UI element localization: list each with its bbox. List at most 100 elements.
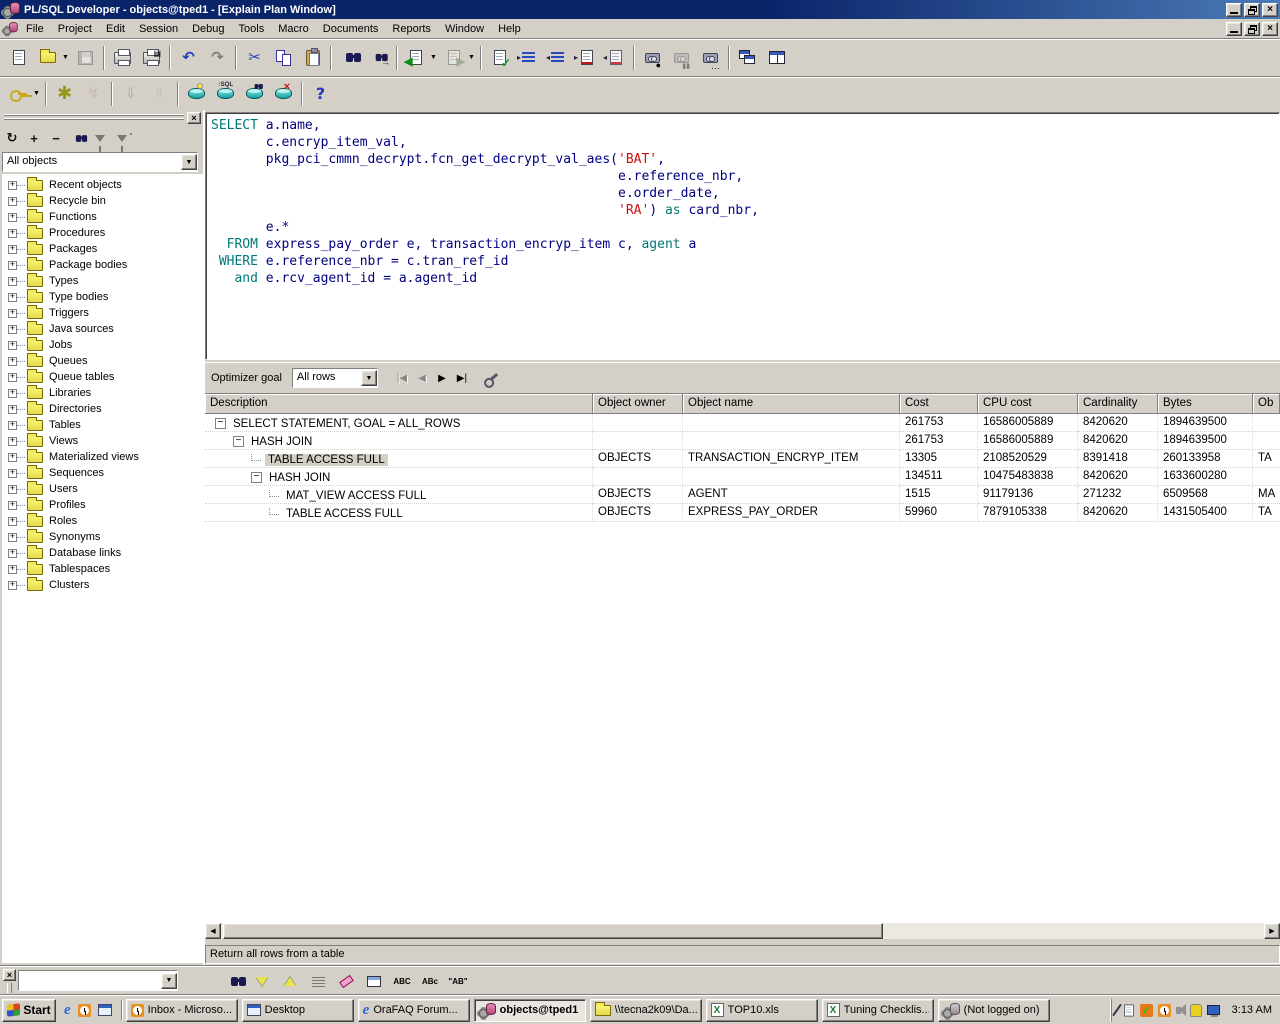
menu-project[interactable]: Project (51, 21, 99, 37)
match-case-icon[interactable]: ABc (418, 969, 442, 993)
internet-explorer-icon[interactable]: e (64, 1003, 71, 1018)
tile-windows-icon[interactable] (763, 45, 790, 71)
exact-phrase-icon[interactable]: "AB" (446, 969, 470, 993)
collapse-minus-icon[interactable]: − (215, 418, 226, 429)
plan-column-header[interactable]: Description (205, 394, 593, 414)
tree-item-queues[interactable]: + Queues (2, 353, 203, 369)
plan-column-header[interactable]: Object owner (593, 394, 683, 414)
find-object-icon[interactable] (70, 130, 86, 146)
filter-icon[interactable] (92, 130, 108, 146)
horizontal-scrollbar[interactable]: ◀ ▶ (205, 923, 1280, 939)
logon-key-icon[interactable] (5, 81, 32, 107)
next-step-icon[interactable]: ▶ (432, 368, 452, 388)
export-file-dropdown-icon[interactable]: ▼ (466, 45, 477, 71)
plan-row[interactable]: TABLE ACCESS FULL OBJECTS TRANSACTION_EN… (205, 450, 1280, 468)
mdi-restore-button[interactable] (1244, 22, 1260, 36)
object-filter-select[interactable]: All objects ▼ (2, 152, 198, 172)
find-input[interactable]: ▼ (18, 970, 178, 991)
findbar-grabber[interactable] (7, 983, 12, 993)
menu-reports[interactable]: Reports (385, 21, 438, 37)
tree-item-recycle-bin[interactable]: + Recycle bin (2, 193, 203, 209)
taskbar-button[interactable]: Tuning Checklis... (822, 999, 934, 1022)
import-file-dropdown-icon[interactable]: ▼ (428, 45, 439, 71)
collapse-node-icon[interactable]: − (48, 130, 64, 146)
write-document-icon[interactable] (1123, 1003, 1135, 1018)
first-step-icon[interactable]: |◀ (392, 368, 412, 388)
find-next-down-icon[interactable] (250, 969, 274, 993)
expand-plus-icon[interactable]: + (8, 549, 17, 558)
tree-item-jobs[interactable]: + Jobs (2, 337, 203, 353)
menu-macro[interactable]: Macro (271, 21, 316, 37)
expand-plus-icon[interactable]: + (8, 405, 17, 414)
taskbar-button[interactable]: e OraFAQ Forum... (358, 999, 470, 1022)
clear-marks-icon[interactable] (334, 969, 358, 993)
taskbar-button[interactable]: (Not logged on) (938, 999, 1050, 1022)
display-icon[interactable] (1207, 1005, 1220, 1015)
commit-icon[interactable]: ⇓ (117, 81, 144, 107)
tree-item-packages[interactable]: + Packages (2, 241, 203, 257)
expand-plus-icon[interactable]: + (8, 485, 17, 494)
plan-column-header[interactable]: CPU cost (978, 394, 1078, 414)
taskbar-button[interactable]: Inbox - Microso... (126, 999, 238, 1022)
tree-item-type-bodies[interactable]: + Type bodies (2, 289, 203, 305)
close-button[interactable]: × (1262, 3, 1278, 17)
scrollbar-thumb[interactable] (223, 923, 883, 939)
restore-button[interactable] (1244, 3, 1260, 17)
tree-item-synonyms[interactable]: + Synonyms (2, 529, 203, 545)
print-icon[interactable] (109, 45, 136, 71)
expand-plus-icon[interactable]: + (8, 213, 17, 222)
find-icon[interactable] (222, 969, 246, 993)
findbar-close-icon[interactable]: × (3, 969, 16, 981)
logon-key-dropdown-icon[interactable]: ▼ (31, 81, 42, 107)
prev-step-icon[interactable]: ◀ (412, 368, 432, 388)
cascade-windows-icon[interactable] (734, 45, 761, 71)
tree-item-profiles[interactable]: + Profiles (2, 497, 203, 513)
menu-tools[interactable]: Tools (232, 21, 272, 37)
expand-plus-icon[interactable]: + (8, 469, 17, 478)
minimize-button[interactable] (1226, 3, 1242, 17)
tree-item-views[interactable]: + Views (2, 433, 203, 449)
save-icon[interactable] (72, 45, 99, 71)
optimizer-goal-select[interactable]: All rows ▼ (292, 368, 378, 388)
grid-search-icon[interactable] (362, 969, 386, 993)
expand-plus-icon[interactable]: + (8, 565, 17, 574)
tree-item-queue-tables[interactable]: + Queue tables (2, 369, 203, 385)
plan-column-header[interactable]: Cardinality (1078, 394, 1158, 414)
plan-column-header[interactable]: Cost (900, 394, 978, 414)
tree-item-roles[interactable]: + Roles (2, 513, 203, 529)
find-prev-up-icon[interactable] (278, 969, 302, 993)
refresh-icon[interactable]: ↻ (4, 130, 20, 146)
stylus-pen-icon[interactable] (1116, 1003, 1118, 1017)
tree-item-package-bodies[interactable]: + Package bodies (2, 257, 203, 273)
db-find-icon[interactable] (241, 81, 268, 107)
menu-debug[interactable]: Debug (185, 21, 231, 37)
taskbar-button[interactable]: TOP10.xls (706, 999, 818, 1022)
expand-plus-icon[interactable]: + (8, 229, 17, 238)
find-next-icon[interactable]: → (365, 45, 392, 71)
new-document-icon[interactable] (5, 45, 32, 71)
tree-item-java-sources[interactable]: + Java sources (2, 321, 203, 337)
clock-icon[interactable] (1158, 1004, 1171, 1017)
tree-item-recent-objects[interactable]: + Recent objects (2, 177, 203, 193)
expand-plus-icon[interactable]: + (8, 293, 17, 302)
mark-all-icon[interactable] (306, 969, 330, 993)
expand-plus-icon[interactable]: + (8, 501, 17, 510)
filter-settings-icon[interactable]: ▫ (114, 130, 130, 146)
plan-column-header[interactable]: Ob (1253, 394, 1280, 414)
export-file-icon[interactable]: ▶ (440, 45, 467, 71)
preferences-gear-icon[interactable]: ✱ (51, 81, 78, 107)
expand-plus-icon[interactable]: + (8, 373, 17, 382)
execute-lightning-icon[interactable]: ↯ (80, 81, 107, 107)
open-folder-icon[interactable] (34, 45, 61, 71)
start-button[interactable]: Start (2, 999, 56, 1022)
tree-item-sequences[interactable]: + Sequences (2, 465, 203, 481)
plan-column-header[interactable]: Bytes (1158, 394, 1253, 414)
db-kill-icon[interactable]: × (270, 81, 297, 107)
expand-plus-icon[interactable]: + (8, 245, 17, 254)
expand-plus-icon[interactable]: + (8, 341, 17, 350)
indent-icon[interactable]: ▸ (515, 45, 542, 71)
cut-icon[interactable]: ✂ (241, 45, 268, 71)
copy-icon[interactable] (270, 45, 297, 71)
tree-item-directories[interactable]: + Directories (2, 401, 203, 417)
expand-plus-icon[interactable]: + (8, 389, 17, 398)
